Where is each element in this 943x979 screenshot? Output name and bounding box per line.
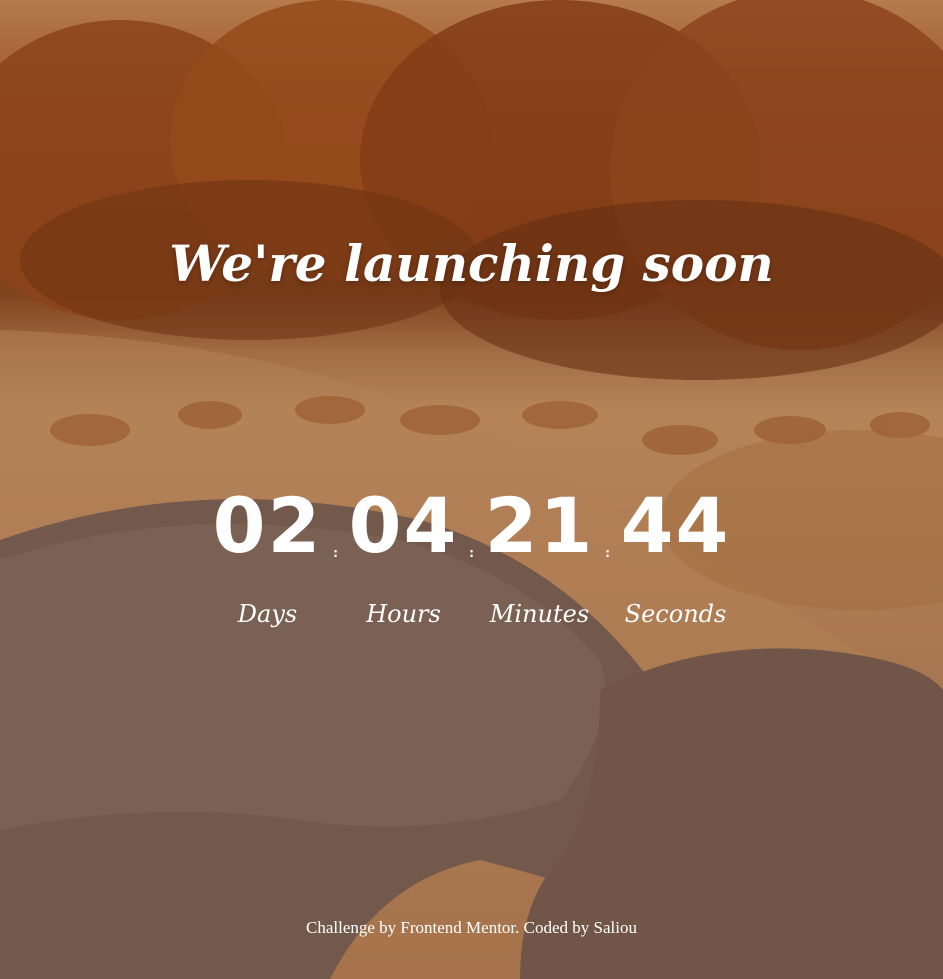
countdown-timer: 02 : 04 : 21 : 44 xyxy=(0,488,943,564)
minutes-value: 21 xyxy=(484,481,595,570)
hours-label: Hours xyxy=(366,600,441,628)
days-value: 02 xyxy=(212,481,323,570)
author-link[interactable]: Saliou xyxy=(594,918,637,937)
countdown-seconds: 44 xyxy=(617,488,735,564)
hours-value: 04 xyxy=(348,481,459,570)
countdown-hours: 04 xyxy=(345,488,463,564)
frontend-mentor-link[interactable]: Frontend Mentor xyxy=(400,918,515,937)
countdown-minutes: 21 xyxy=(481,488,599,564)
countdown-separator: : xyxy=(333,546,338,560)
page-title: We're launching soon xyxy=(169,233,774,293)
days-label: Days xyxy=(237,600,298,628)
seconds-label: Seconds xyxy=(624,600,727,628)
countdown-days: 02 xyxy=(209,488,327,564)
countdown-labels: Days Hours Minutes Seconds xyxy=(0,600,943,628)
attribution-footer: Challenge by Frontend Mentor. Coded by S… xyxy=(0,918,943,938)
minutes-label: Minutes xyxy=(489,600,590,628)
attribution-middle: . Coded by xyxy=(515,918,594,937)
seconds-value: 44 xyxy=(620,481,731,570)
countdown-separator: : xyxy=(469,546,474,560)
attribution-prefix: Challenge by xyxy=(305,918,401,937)
countdown-separator: : xyxy=(605,546,610,560)
